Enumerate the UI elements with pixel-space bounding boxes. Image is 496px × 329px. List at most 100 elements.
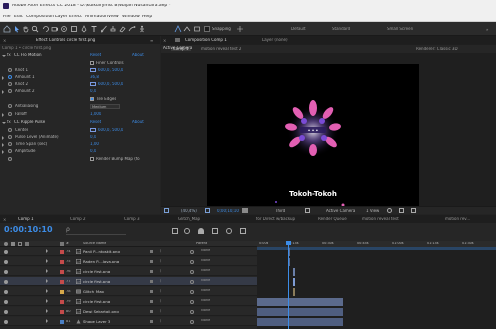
current-time-display[interactable]: 0;00;10;10 (217, 209, 239, 213)
tab-effect-controls[interactable]: Effect Controls circle first.png (36, 38, 136, 42)
switch-icon[interactable] (150, 320, 153, 323)
layer-duration-bar[interactable] (257, 308, 343, 316)
pan-behind-tool-icon[interactable] (60, 25, 68, 33)
workspace-overflow-icon[interactable]: » (486, 27, 488, 32)
layer-expand-icon[interactable] (46, 289, 48, 293)
shy-layers-icon[interactable] (198, 228, 204, 234)
fast-previews-icon[interactable] (399, 208, 404, 213)
stopwatch-icon[interactable] (8, 82, 12, 86)
timeline-timecode[interactable]: 0:00:10:10 (4, 226, 53, 234)
workspace-standard[interactable]: Standard (332, 27, 350, 31)
effect-about-link[interactable]: About (132, 120, 144, 124)
layer-expand-icon[interactable] (46, 299, 48, 303)
pen-switch-icon[interactable]: / (160, 319, 161, 323)
layer-duration-bar[interactable] (293, 268, 295, 276)
prop-value[interactable]: 600,0, 500,0 (98, 68, 123, 72)
tab-motion-reveal-2[interactable]: motion rev... (445, 217, 470, 221)
rectangle-tool-icon[interactable] (70, 25, 78, 33)
label-color-swatch[interactable] (60, 269, 64, 274)
layer-expand-icon[interactable] (46, 249, 48, 253)
switch-icon[interactable] (150, 310, 153, 313)
label-color-swatch[interactable] (60, 279, 64, 284)
type-tool-icon[interactable] (90, 25, 98, 33)
parent-dropdown[interactable]: None (201, 299, 210, 303)
effect-expand-icon[interactable] (2, 55, 6, 57)
parent-dropdown[interactable]: None (201, 319, 210, 323)
prop-value[interactable]: 1,000 (90, 112, 101, 116)
switch-icon[interactable] (150, 270, 153, 273)
eye-icon[interactable] (4, 319, 8, 324)
parent-dropdown[interactable]: None (201, 269, 210, 273)
stopwatch-icon[interactable] (8, 135, 12, 139)
layer-expand-icon[interactable] (46, 279, 48, 283)
pen-tool-icon[interactable] (80, 25, 88, 33)
camera-view-dropdown[interactable]: Active Camera (326, 209, 355, 213)
pen-switch-icon[interactable]: / (160, 249, 161, 253)
label-color-swatch[interactable] (60, 289, 64, 294)
clone-stamp-tool-icon[interactable] (109, 25, 117, 33)
pickwhip-icon[interactable] (190, 249, 194, 254)
layer-row[interactable]: 75 Raden P....Java.png / None (0, 257, 257, 266)
prop-value[interactable]: 600,0, 500,0 (98, 82, 123, 86)
panel-close-icon[interactable]: × (3, 38, 6, 43)
stopwatch-icon[interactable] (8, 75, 12, 79)
layer-duration-bar[interactable] (293, 278, 295, 286)
reset-exposure-icon[interactable] (387, 208, 392, 213)
label-color-swatch[interactable] (60, 259, 64, 264)
hand-tool-icon[interactable] (22, 25, 30, 33)
prop-value[interactable]: 0,0 (90, 149, 96, 153)
parent-dropdown[interactable]: None (201, 279, 210, 283)
composition-viewer[interactable]: Active Camera • • • Tokoh-Tokoh (163, 46, 419, 214)
pickwhip-icon[interactable] (190, 269, 194, 274)
switch-icon[interactable] (150, 290, 153, 293)
motion-blur-icon[interactable] (226, 228, 232, 234)
pickwhip-icon[interactable] (190, 309, 194, 314)
menu-view[interactable]: View (108, 15, 119, 20)
eye-icon[interactable] (4, 309, 8, 314)
puppet-tool-icon[interactable] (138, 25, 146, 33)
parent-dropdown[interactable]: None (201, 309, 210, 313)
pickwhip-icon[interactable] (190, 289, 194, 294)
layer-duration-bar[interactable] (293, 288, 295, 296)
pen-switch-icon[interactable]: / (160, 279, 161, 283)
pen-switch-icon[interactable]: / (160, 309, 161, 313)
menu-window[interactable]: Window (122, 15, 140, 20)
3d-draft-icon[interactable] (411, 208, 416, 213)
effect-about-link[interactable]: About (132, 53, 144, 57)
pickwhip-icon[interactable] (190, 319, 194, 324)
snapping-checkbox[interactable] (203, 25, 211, 33)
stopwatch-icon[interactable] (8, 89, 12, 93)
label-color-swatch[interactable] (60, 299, 64, 304)
view-layout-dropdown[interactable]: 1 View (366, 209, 379, 213)
layer-expand-icon[interactable] (46, 319, 48, 323)
eye-icon[interactable] (4, 299, 8, 304)
layer-duration-bar[interactable] (257, 298, 343, 306)
pickwhip-icon[interactable] (190, 299, 194, 304)
zoom-dropdown[interactable]: (40,4%) (181, 209, 197, 213)
tab-motion-reveal-test[interactable]: motion reveal test (362, 217, 399, 221)
layer-row[interactable]: 80 Dewi Sekartaji.png / None (0, 307, 257, 316)
pen-switch-icon[interactable]: / (160, 259, 161, 263)
tab-comp3[interactable]: Comp 3 (124, 217, 140, 221)
tab-layer[interactable]: Layer (none) (262, 38, 288, 42)
layer-name[interactable]: Shape Layer 3 (83, 320, 110, 324)
eraser-tool-icon[interactable] (118, 25, 126, 33)
graph-editor-icon[interactable] (240, 228, 246, 234)
renderer-label[interactable]: Renderer: Classic 3D (416, 47, 458, 51)
eye-icon[interactable] (4, 259, 8, 264)
zoom-tool-icon[interactable] (31, 25, 39, 33)
menu-help[interactable]: Help (142, 15, 152, 20)
pen-switch-icon[interactable]: / (160, 289, 161, 293)
lock-icon[interactable] (175, 38, 180, 42)
layer-row[interactable]: 76 circle first.png / None (0, 267, 257, 276)
finer-controls-checkbox[interactable] (90, 61, 94, 65)
switch-icon[interactable] (150, 260, 153, 263)
point-control-icon[interactable] (90, 68, 96, 72)
brush-tool-icon[interactable] (100, 25, 108, 33)
parent-dropdown[interactable]: None (201, 289, 210, 293)
pen-switch-icon[interactable]: / (160, 299, 161, 303)
prop-value[interactable]: 36,8 (90, 75, 99, 79)
selection-tool-icon[interactable] (13, 25, 21, 33)
menu-layer[interactable]: Layer (55, 15, 68, 20)
switch-icon[interactable] (150, 250, 153, 253)
